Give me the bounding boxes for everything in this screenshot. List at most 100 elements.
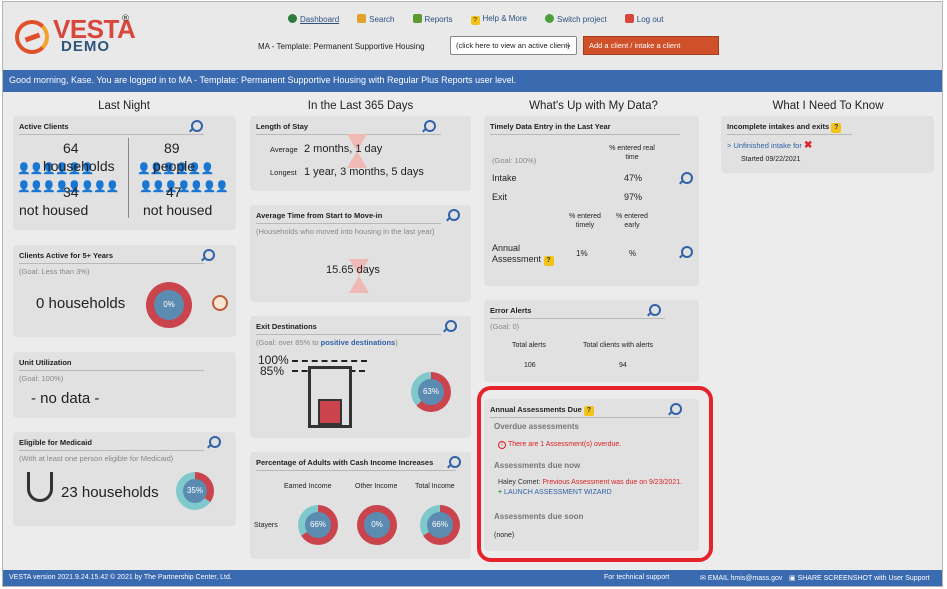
total-income-donut: 66%	[420, 505, 460, 545]
move-in-card: Average Time from Start to Move-in (Hous…	[250, 205, 471, 302]
unit-utilization-card: Unit Utilization (Goal: 100%) - no data …	[13, 352, 236, 418]
goal-text: (Goal: over 85% to	[256, 338, 321, 347]
project-label: MA - Template: Permanent Supportive Hous…	[258, 42, 425, 51]
donut-label: 35%	[182, 478, 208, 504]
building-door-icon	[318, 399, 342, 425]
delete-x-icon[interactable]: ✖	[804, 140, 812, 151]
card-title: Length of Stay	[256, 122, 309, 131]
stethoscope-icon	[27, 472, 53, 502]
card-title: Active Clients	[19, 122, 69, 131]
move-in-days: 15.65 days	[326, 264, 380, 276]
email-text: EMAIL hmis@mass.gov	[707, 575, 783, 582]
goal-text: (Goal: 0)	[490, 322, 520, 331]
magnifier-icon[interactable]	[646, 304, 661, 318]
nav-help-label: Help & More	[482, 14, 527, 23]
share-screenshot-link[interactable]: ▣ SHARE SCREENSHOT with User Support	[789, 574, 930, 582]
line-100	[292, 360, 367, 362]
app-window: VESTA ® DEMO Dashboard Search Reports ? H…	[2, 1, 943, 587]
magnifier-icon[interactable]	[446, 456, 461, 470]
magnifier-icon[interactable]	[678, 172, 693, 186]
unit-utilization-value: - no data -	[31, 390, 100, 407]
vesta-logo[interactable]: VESTA ® DEMO	[15, 14, 136, 56]
nav-logout-label: Log out	[636, 15, 664, 24]
magnifier-icon[interactable]	[421, 120, 436, 134]
logo-registered: ®	[121, 14, 130, 24]
nav-dashboard[interactable]: Dashboard	[288, 14, 339, 25]
donut-label: 66%	[305, 512, 331, 538]
dashboard-icon	[288, 14, 297, 23]
other-income-header: Other Income	[355, 483, 398, 490]
magnifier-icon[interactable]	[188, 120, 203, 134]
medicaid-households: 23 households	[61, 484, 159, 501]
title-rule	[256, 223, 441, 224]
switch-icon	[544, 14, 554, 23]
annual-early-value: %	[629, 249, 637, 258]
title-rule	[19, 263, 204, 264]
not-housed-people-count: 47	[166, 184, 182, 200]
title-rule	[490, 134, 680, 135]
total-alerts-header: Total alerts	[512, 342, 546, 349]
total-income-header: Total Income	[415, 483, 455, 490]
nav-logout[interactable]: Log out	[624, 14, 664, 25]
error-alerts-card: Error Alerts (Goal: 0) Total alerts Tota…	[484, 300, 699, 382]
nav-search-label: Search	[369, 15, 395, 24]
length-of-stay-card: Length of Stay Average 2 months, 1 day L…	[250, 116, 471, 191]
goal-text: (Goal: 100%)	[492, 156, 537, 165]
five-year-donut: 0%	[146, 282, 192, 328]
add-client-button[interactable]: Add a client / intake a client	[583, 36, 719, 55]
goal-text: (Goal: Less than 3%)	[19, 267, 90, 276]
column-heading-my-data: What's Up with My Data?	[529, 100, 658, 112]
help-question-icon[interactable]: ?	[543, 256, 554, 266]
card-title: Timely Data Entry in the Last Year	[490, 122, 611, 131]
magnifier-icon[interactable]	[678, 246, 693, 260]
not-housed-label: not housed	[19, 202, 89, 218]
card-title: Error Alerts	[490, 306, 532, 315]
magnifier-icon[interactable]	[442, 320, 457, 334]
real-time-header: % entered real time	[609, 145, 655, 161]
total-alerts-value: 106	[524, 362, 536, 369]
households-label: households	[43, 158, 115, 174]
column-heading-365-days: In the Last 365 Days	[307, 100, 414, 112]
nav-help[interactable]: ? Help & More	[470, 14, 527, 25]
help-question-icon[interactable]: ?	[831, 123, 842, 133]
client-select-value: (click here to view an active client)	[456, 41, 570, 50]
camera-icon: ▣	[789, 575, 796, 582]
card-title: Exit Destinations	[256, 322, 317, 331]
magnifier-icon[interactable]	[445, 209, 460, 223]
divider	[128, 138, 129, 218]
client-select[interactable]: (click here to view an active client) ⌄	[450, 36, 577, 55]
highlight-annotation	[477, 386, 713, 562]
logo-mark	[15, 20, 49, 54]
timely-entry-card: Timely Data Entry in the Last Year (Goal…	[484, 116, 699, 286]
card-title: Percentage of Adults with Cash Income In…	[256, 458, 434, 467]
goal-text: (With at least one person eligible for M…	[19, 454, 174, 463]
people-silhouettes-icon: 👤👤👤👤👤👤👤	[139, 180, 229, 193]
nav-search[interactable]: Search	[357, 14, 395, 25]
nav-switch-label: Switch project	[556, 15, 607, 24]
partnership-link[interactable]: The Partnership Center, Ltd.	[144, 574, 232, 581]
search-people-icon	[357, 14, 367, 23]
unfinished-intake-link[interactable]: > Unfinished intake for	[727, 141, 802, 150]
magnifier-icon[interactable]	[206, 436, 221, 450]
footer: VESTA version 2021.9.24.15.42 © 2021 by …	[3, 570, 942, 586]
nav-switch-project[interactable]: Switch project	[544, 14, 607, 25]
goal-text-end: )	[395, 338, 398, 347]
nav-dashboard-label: Dashboard	[300, 15, 340, 24]
people-label: people	[153, 158, 196, 174]
nav-reports[interactable]: Reports	[412, 14, 453, 25]
email-link[interactable]: ✉ EMAIL hmis@mass.gov	[700, 574, 782, 582]
goal-text: (Goal: 100%)	[19, 374, 64, 383]
earned-income-header: Earned Income	[284, 483, 332, 490]
donut-label: 66%	[427, 512, 453, 538]
smiley-icon	[212, 295, 228, 311]
average-label: Average	[270, 145, 298, 154]
greeting-bar: Good morning, Kase. You are logged in to…	[3, 70, 942, 92]
nav-reports-label: Reports	[424, 15, 453, 24]
positive-destinations-link[interactable]: positive destinations	[321, 338, 396, 347]
title-rule	[19, 450, 204, 451]
column-heading-need-to-know: What I Need To Know	[772, 100, 884, 112]
magnifier-icon[interactable]	[200, 249, 215, 263]
intake-value: 47%	[624, 173, 643, 183]
intake-label: Intake	[492, 173, 517, 183]
chevron-down-icon: ⌄	[565, 40, 572, 49]
